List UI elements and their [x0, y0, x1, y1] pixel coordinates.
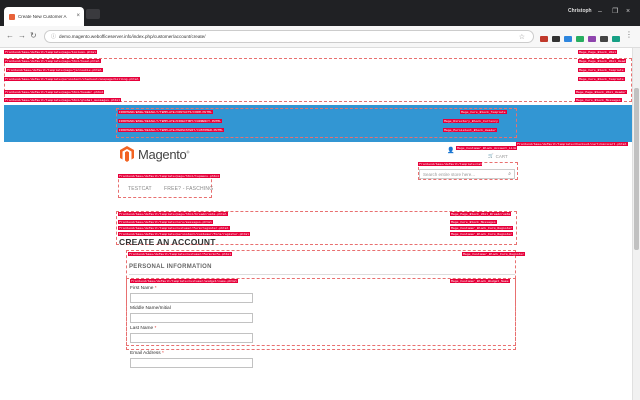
template-hint: frontend/base/default/template/catalogse… — [418, 162, 482, 166]
block-hint: Mage_Customer_Block_Form_Register — [450, 226, 514, 230]
block-hint: Mage_Page_Block_Html_Head — [578, 59, 627, 63]
cart-link[interactable]: 🛒 CART — [488, 153, 508, 159]
email-label: Email Address * — [130, 351, 164, 356]
tab-close-icon[interactable]: × — [76, 13, 80, 19]
block-hint: Mage_Core_Block_Messages — [575, 98, 622, 102]
template-hint: frontend/base/default/template/checkout/… — [516, 142, 628, 146]
template-hint: frontend/base/default/template/persisten… — [4, 77, 140, 81]
bookmark-star-icon[interactable]: ☆ — [519, 33, 525, 41]
scrollbar-thumb[interactable] — [634, 88, 639, 250]
menu-icon[interactable]: ⋮ — [625, 31, 633, 39]
page-scrollbar[interactable] — [632, 48, 640, 400]
extension-icon[interactable] — [600, 36, 608, 42]
logo-text: Magento® — [138, 146, 190, 162]
account-icon[interactable]: 👤 — [447, 147, 454, 154]
nav-item-fasching[interactable]: FREE? - FASCHING — [164, 186, 213, 192]
template-hint: frontend/base/default/template/page/js/c… — [6, 68, 103, 72]
block-hint: Mage_Customer_Block_Account_Link — [456, 146, 518, 150]
new-tab-button[interactable] — [86, 9, 100, 19]
block-hint: Mage_Core_Block_Messages — [450, 220, 497, 224]
first-name-label: First Name * — [130, 286, 157, 291]
template-hint: frontend/base/default/template/core/mess… — [118, 220, 213, 224]
nav-item-testcat[interactable]: TESTCAT — [128, 186, 152, 192]
extension-icon[interactable] — [576, 36, 584, 42]
template-hint: frontend/base/default/template/page/html… — [4, 59, 101, 63]
template-hint: frontend/base/default/template/page/html… — [118, 212, 228, 216]
block-hint: Mage_Core_Block_Template — [578, 68, 625, 72]
template-hint: frontend/base/default/template/page/html… — [4, 98, 122, 102]
middle-name-field[interactable] — [130, 313, 253, 323]
browser-toolbar: ← → ↻ ⓘ demo.magento.webofficeserver.inf… — [0, 26, 640, 48]
template-hint: frontend/base/default/template/customer/… — [118, 226, 230, 230]
extension-icon[interactable] — [612, 36, 620, 42]
template-hint: frontend/base/default/template/persisten… — [118, 232, 250, 236]
extension-icon[interactable] — [540, 36, 548, 42]
extension-icon[interactable] — [552, 36, 560, 42]
profile-name[interactable]: Christoph — [568, 8, 592, 14]
first-name-field[interactable] — [130, 293, 253, 303]
block-hint: Mage_Core_Block_Template — [578, 77, 625, 81]
template-hint: frontend/base/default/template/customer/… — [128, 252, 233, 256]
magento-favicon-icon — [9, 13, 15, 20]
search-icon[interactable]: ⌕ — [508, 171, 511, 177]
info-icon: ⓘ — [51, 34, 57, 40]
tab-title: Create New Customer A — [18, 14, 67, 19]
middle-name-label: Middle Name/Initial — [130, 306, 171, 311]
template-hint: frontend/base/default/template/page/1col… — [4, 50, 97, 54]
address-bar[interactable]: ⓘ demo.magento.webofficeserver.info/inde… — [44, 30, 534, 43]
page-title: CREATE AN ACCOUNT — [119, 237, 216, 247]
back-icon[interactable]: ← — [6, 32, 14, 40]
last-name-field[interactable] — [130, 333, 253, 343]
block-hint: Mage_Customer_Block_Form_Register — [450, 232, 514, 236]
block-hint: Mage_Customer_Block_Widget_Name — [450, 279, 510, 283]
magento-logo-icon — [120, 146, 134, 162]
search-input[interactable]: Search entire store here... ⌕ — [419, 169, 515, 179]
block-hint: Mage_Page_Block_Html_Breadcrumbs — [450, 212, 512, 216]
close-window-icon[interactable]: × — [626, 8, 630, 15]
reload-icon[interactable]: ↻ — [30, 32, 37, 40]
divider — [129, 274, 515, 275]
section-title: PERSONAL INFORMATION — [129, 264, 212, 270]
forward-icon[interactable]: → — [18, 32, 26, 40]
block-hint: Mage_Page_Block_Html_Header — [575, 90, 628, 94]
maximize-icon[interactable]: ❐ — [612, 8, 618, 15]
minimize-icon[interactable]: – — [598, 8, 602, 15]
cart-label: CART — [495, 153, 508, 159]
template-hint: frontend/base/default/template/page/html… — [118, 174, 221, 178]
block-hint: Mage_Customer_Block_Form_Register — [462, 252, 526, 256]
email-field[interactable] — [130, 358, 253, 368]
template-hint: frontend/base/default/template/customer/… — [130, 279, 238, 283]
extension-icon[interactable] — [588, 36, 596, 42]
url-text: demo.magento.webofficeserver.info/index.… — [59, 34, 206, 39]
browser-tab[interactable]: Create New Customer A × — [4, 7, 84, 26]
template-hint: frontend/base/default/template/page/html… — [4, 90, 105, 94]
block-hint: Mage_Page_Block_Html — [578, 50, 618, 54]
last-name-label: Last Name * — [130, 326, 157, 331]
cart-icon: 🛒 — [488, 153, 494, 158]
extension-icon[interactable] — [564, 36, 572, 42]
template-outline — [116, 108, 517, 138]
store-logo[interactable]: Magento® — [120, 146, 189, 162]
browser-tabbar: Create New Customer A × Christoph – ❐ × — [0, 0, 640, 26]
